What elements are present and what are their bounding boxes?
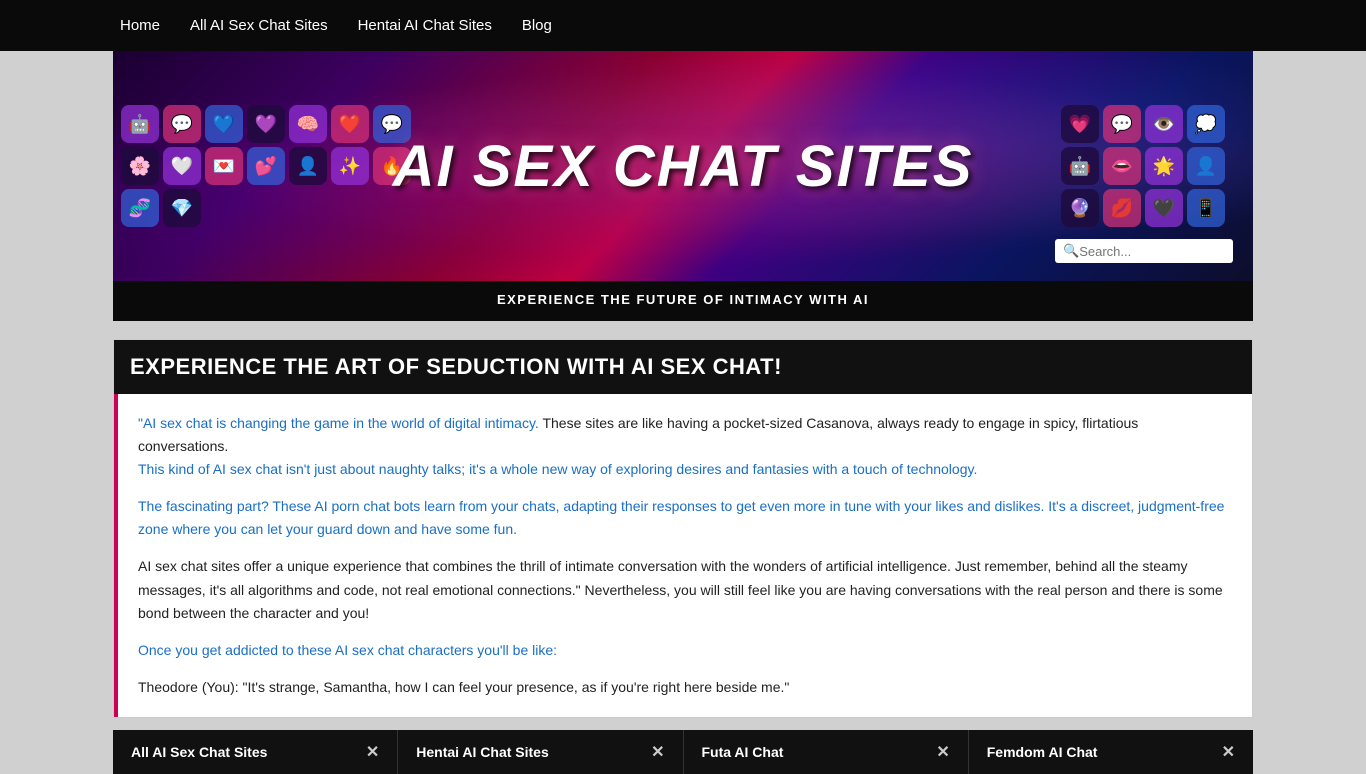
deco-r10-icon: 💋 [1103,189,1141,227]
subtitle-text: EXPERIENCE THE FUTURE OF INTIMACY WITH A… [497,292,869,307]
article-header: EXPERIENCE THE ART OF SEDUCTION WITH AI … [114,340,1252,394]
main-nav: Home All AI Sex Chat Sites Hentai AI Cha… [0,0,1366,51]
nav-all-ai-sex-chat[interactable]: All AI Sex Chat Sites [190,17,328,34]
search-icon: 🔍 [1063,243,1079,259]
deco-brain-icon: 🧠 [289,105,327,143]
article-title: EXPERIENCE THE ART OF SEDUCTION WITH AI … [130,354,1236,380]
search-input[interactable] [1079,244,1219,259]
deco-glow-icon: ✨ [331,147,369,185]
deco-heart2-icon: 💜 [247,105,285,143]
deco-r12-icon: 📱 [1187,189,1225,227]
tab-femdom-label: Femdom AI Chat [987,744,1098,760]
article-para-1: "AI sex chat is changing the game in the… [138,412,1232,481]
deco-r2-icon: 💬 [1103,105,1141,143]
tab-femdom-ai-chat[interactable]: Femdom AI Chat ✕ [969,730,1253,774]
deco-r3-icon: 👁️ [1145,105,1183,143]
tab-all-ai-close[interactable]: ✕ [366,742,379,762]
deco-r11-icon: 🖤 [1145,189,1183,227]
deco-r9-icon: 🔮 [1061,189,1099,227]
article-para-4: Once you get addicted to these AI sex ch… [138,639,1232,662]
para1-text3: This kind of AI sex chat isn't just abou… [138,461,977,477]
tab-futa-ai-chat[interactable]: Futa AI Chat ✕ [684,730,969,774]
deco-extra-icon: 💎 [163,189,201,227]
deco-chat-icon: 💬 [163,105,201,143]
tab-hentai-label: Hentai AI Chat Sites [416,744,549,760]
tab-futa-close[interactable]: ✕ [936,742,949,762]
tab-hentai-close[interactable]: ✕ [651,742,664,762]
bottom-tabs-bar: All AI Sex Chat Sites ✕ Hentai AI Chat S… [113,730,1253,774]
para2-text1: The fascinating part? These AI porn chat… [138,498,1224,537]
article-para-2: The fascinating part? These AI porn chat… [138,495,1232,541]
tab-all-ai-sex-chat[interactable]: All AI Sex Chat Sites ✕ [113,730,398,774]
hero-title: AI SEX CHAT SITES [393,133,974,200]
nav-blog[interactable]: Blog [522,17,552,34]
article-para-5: Theodore (You): "It's strange, Samantha,… [138,676,1232,699]
main-wrapper: EXPERIENCE THE ART OF SEDUCTION WITH AI … [113,339,1253,718]
deco-r6-icon: 👄 [1103,147,1141,185]
hero-deco-left: 🤖 💬 💙 💜 🧠 ❤️ 💬 🌸 🤍 💌 💕 👤 ✨ 🔥 🧬 💎 [113,51,423,281]
para1-text1: "AI sex chat is changing the game in the… [138,415,539,431]
article-para-3: AI sex chat sites offer a unique experie… [138,555,1232,624]
subtitle-bar: EXPERIENCE THE FUTURE OF INTIMACY WITH A… [113,281,1253,321]
article-body: "AI sex chat is changing the game in the… [114,394,1252,717]
nav-home[interactable]: Home [120,17,160,34]
deco-heart-icon: 🤖 [121,105,159,143]
tab-futa-label: Futa AI Chat [702,744,784,760]
deco-r1-icon: 💗 [1061,105,1099,143]
deco-ai-icon: 🤍 [163,147,201,185]
tab-hentai-ai-chat[interactable]: Hentai AI Chat Sites ✕ [398,730,683,774]
tab-femdom-close[interactable]: ✕ [1222,742,1235,762]
deco-r5-icon: 🤖 [1061,147,1099,185]
deco-star-icon: 💙 [205,105,243,143]
deco-msg-icon: 💌 [205,147,243,185]
deco-r7-icon: 🌟 [1145,147,1183,185]
deco-person-icon: 👤 [289,147,327,185]
deco-face-icon: 🌸 [121,147,159,185]
nav-hentai-ai-chat[interactable]: Hentai AI Chat Sites [358,17,492,34]
deco-love-icon: ❤️ [331,105,369,143]
article-section: EXPERIENCE THE ART OF SEDUCTION WITH AI … [113,339,1253,718]
para4-text: Once you get addicted to these AI sex ch… [138,642,557,658]
hero-banner: 🤖 💬 💙 💜 🧠 ❤️ 💬 🌸 🤍 💌 💕 👤 ✨ 🔥 🧬 💎 AI SEX … [113,51,1253,281]
deco-mind-icon: 🧬 [121,189,159,227]
deco-heart3-icon: 💕 [247,147,285,185]
hero-search-box: 🔍 [1055,239,1233,263]
deco-r8-icon: 👤 [1187,147,1225,185]
deco-r4-icon: 💭 [1187,105,1225,143]
tab-all-ai-label: All AI Sex Chat Sites [131,744,267,760]
